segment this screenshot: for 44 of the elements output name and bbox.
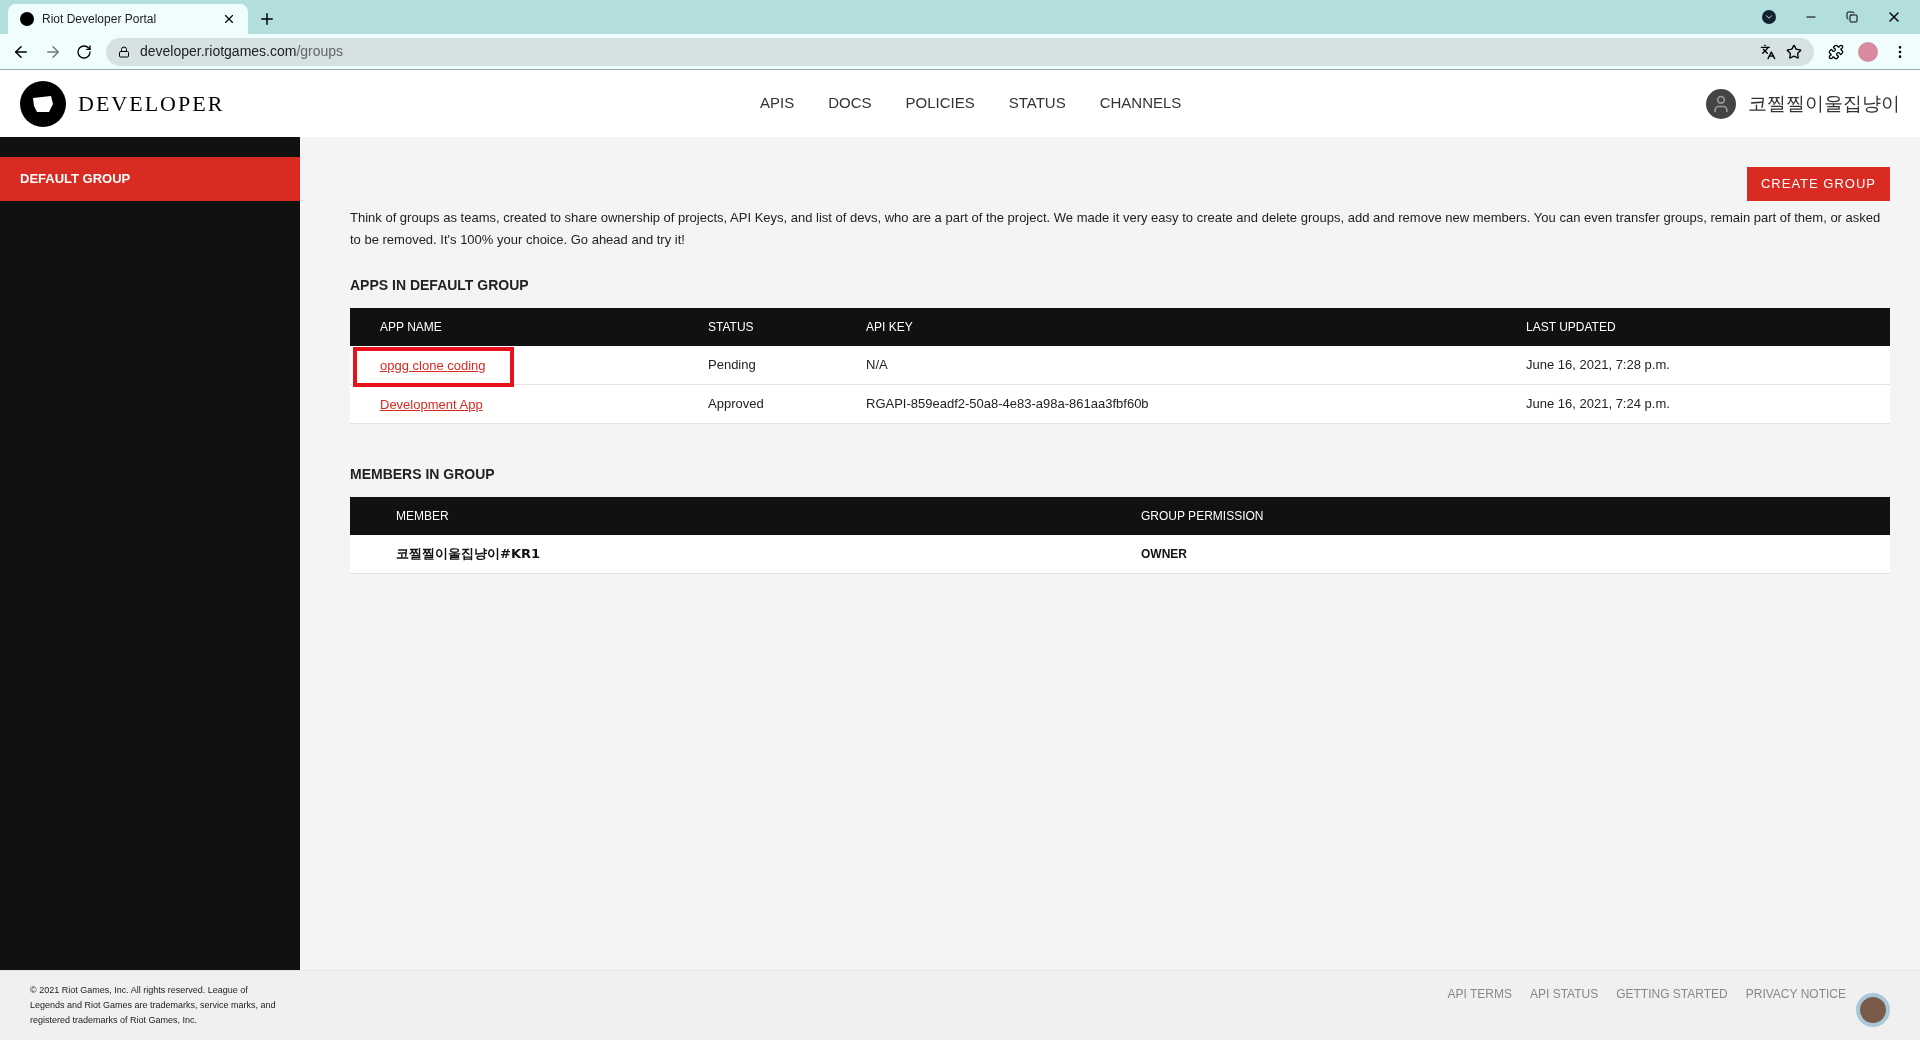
column-header: LAST UPDATED: [1526, 319, 1617, 336]
user-avatar-icon[interactable]: [1706, 88, 1736, 119]
lock-icon: [118, 45, 130, 58]
restore-icon[interactable]: [1846, 11, 1858, 23]
create-group-button[interactable]: CREATE GROUP: [1746, 167, 1890, 201]
nav-link[interactable]: APIS: [760, 92, 795, 115]
copyright-text: © 2021 Riot Games, Inc. All rights reserved. League of Legends and Riot Games are trademarks, service marks, and registered trademarks of Riot Games, Inc.: [30, 984, 277, 1027]
bookmark-star-icon[interactable]: [1786, 43, 1802, 60]
table-cell-text: 코찔찔이울집냥이#KR1: [396, 545, 542, 564]
table-cell-text: RGAPI-859eadf2-50a8-4e83-a98a-861aa3fbf60b: [866, 395, 1150, 414]
table-cell-text: June 16, 2021, 7:24 p.m.: [1526, 395, 1671, 414]
extensions-icon[interactable]: [1828, 43, 1844, 60]
table-cell-text: Pending: [708, 356, 757, 375]
column-header: API KEY: [866, 319, 914, 336]
user-name[interactable]: 코찔찔이울집냥이: [1748, 89, 1900, 118]
logo-text: DEVELOPER: [78, 90, 225, 118]
tab-title: Riot Developer Portal: [42, 11, 158, 28]
column-header: MEMBER: [396, 508, 450, 525]
nav-link[interactable]: STATUS: [1008, 92, 1066, 115]
browser-tab[interactable]: Riot Developer Portal: [8, 4, 248, 34]
avatar-icon[interactable]: [1856, 993, 1890, 1027]
intro-paragraph: Think of groups as teams, created to share ownership of projects, API Keys, and list of devs, who are a part of the project. We made it very easy to create and delete groups, add and remove new members. You can even transfer groups, remain part of them, or asked to be removed. It's 100% your choice. Go ahead and try it!: [350, 209, 1882, 249]
table-cell-text: N/A: [866, 356, 889, 375]
nav-link[interactable]: CHANNELS: [1099, 92, 1182, 115]
nav-link[interactable]: DOCS: [828, 92, 872, 115]
section-title: APPS IN DEFAULT GROUP: [350, 276, 530, 295]
column-header: APP NAME: [380, 319, 443, 336]
url-field[interactable]: developer.riotgames.com/groups: [106, 37, 1814, 66]
nav-link[interactable]: POLICIES: [905, 92, 975, 115]
url-text: developer.riotgames.com/groups: [140, 42, 345, 61]
column-header: GROUP PERMISSION: [1141, 508, 1265, 525]
sidebar-item[interactable]: DEFAULT GROUP: [0, 157, 300, 201]
new-tab-icon[interactable]: [258, 10, 276, 28]
section-title: MEMBERS IN GROUP: [350, 465, 496, 484]
close-icon[interactable]: [222, 12, 236, 26]
app-name-link[interactable]: opgg clone coding: [380, 358, 486, 373]
translate-icon[interactable]: [1760, 43, 1776, 60]
column-header: STATUS: [708, 319, 755, 336]
tab-search-icon[interactable]: [1762, 10, 1776, 24]
table-cell-text: OWNER: [1141, 546, 1188, 563]
app-name-link[interactable]: Development App: [380, 397, 483, 412]
table-cell-text: June 16, 2021, 7:28 p.m.: [1526, 356, 1671, 375]
table-cell-text: Approved: [708, 395, 765, 414]
reload-icon[interactable]: [76, 43, 92, 60]
